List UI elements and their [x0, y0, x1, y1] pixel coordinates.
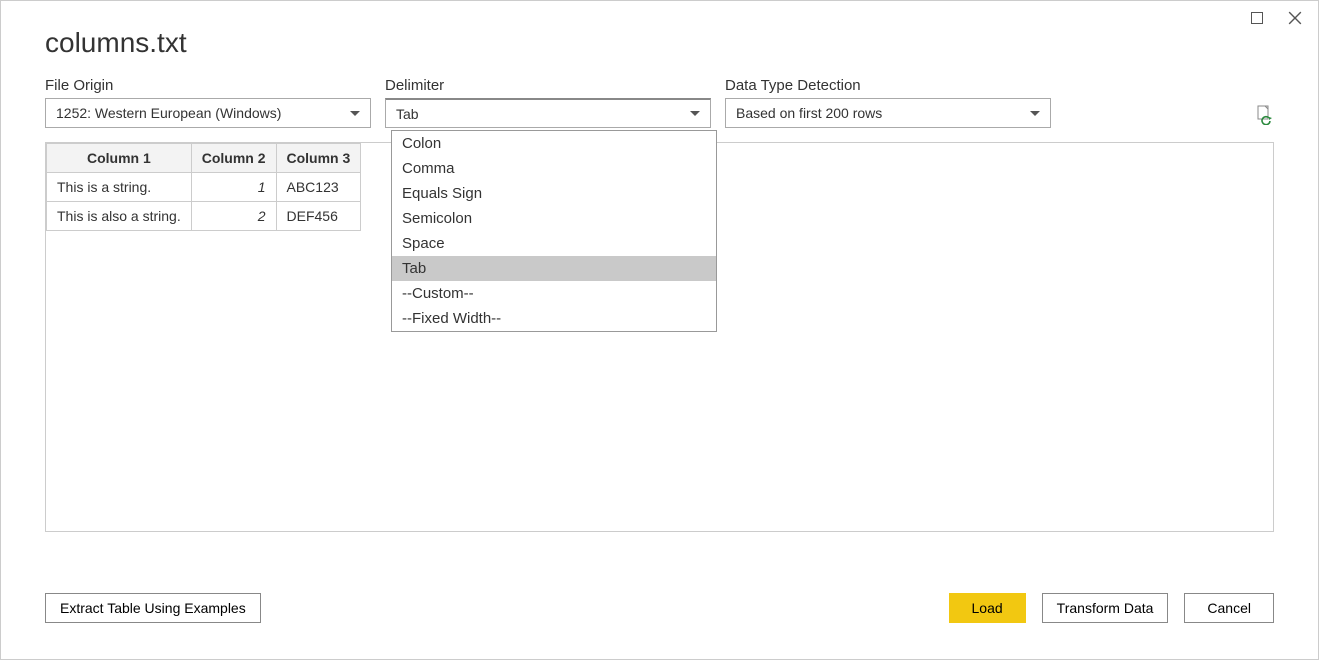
delimiter-option[interactable]: Equals Sign: [392, 181, 716, 206]
delimiter-group: Delimiter Tab: [385, 77, 711, 128]
preview-table: Column 1 Column 2 Column 3 This is a str…: [46, 143, 361, 231]
delimiter-value: Tab: [396, 106, 690, 122]
cell: This is a string.: [47, 173, 192, 202]
col-header: Column 3: [276, 144, 361, 173]
detection-select[interactable]: Based on first 200 rows: [725, 98, 1051, 128]
dialog-footer: Extract Table Using Examples Load Transf…: [1, 571, 1318, 659]
cancel-button[interactable]: Cancel: [1184, 593, 1274, 623]
selector-row: File Origin 1252: Western European (Wind…: [45, 77, 1274, 128]
dialog-window: columns.txt File Origin 1252: Western Eu…: [0, 0, 1319, 660]
titlebar-controls: [1250, 11, 1302, 25]
delimiter-select[interactable]: Tab: [385, 98, 711, 128]
table-row: This is also a string. 2 DEF456: [47, 202, 361, 231]
delimiter-option[interactable]: --Custom--: [392, 281, 716, 306]
cell: 1: [191, 173, 276, 202]
file-origin-value: 1252: Western European (Windows): [56, 105, 350, 121]
detection-label: Data Type Detection: [725, 77, 1051, 94]
delimiter-option[interactable]: Comma: [392, 156, 716, 181]
col-header: Column 2: [191, 144, 276, 173]
delimiter-option[interactable]: Semicolon: [392, 206, 716, 231]
chevron-down-icon: [350, 111, 360, 116]
page-title: columns.txt: [45, 27, 1274, 59]
delimiter-label: Delimiter: [385, 77, 711, 94]
load-button[interactable]: Load: [949, 593, 1026, 623]
close-icon[interactable]: [1288, 11, 1302, 25]
file-origin-select[interactable]: 1252: Western European (Windows): [45, 98, 371, 128]
delimiter-option[interactable]: --Fixed Width--: [392, 306, 716, 331]
file-origin-label: File Origin: [45, 77, 371, 94]
delimiter-option[interactable]: Space: [392, 231, 716, 256]
detection-group: Data Type Detection Based on first 200 r…: [725, 77, 1051, 128]
delimiter-option[interactable]: Colon: [392, 131, 716, 156]
cell: This is also a string.: [47, 202, 192, 231]
delimiter-option[interactable]: Tab: [392, 256, 716, 281]
cell: DEF456: [276, 202, 361, 231]
maximize-icon[interactable]: [1250, 11, 1264, 25]
chevron-down-icon: [1030, 111, 1040, 116]
refresh-icon[interactable]: [1065, 104, 1274, 126]
file-origin-group: File Origin 1252: Western European (Wind…: [45, 77, 371, 128]
transform-data-button[interactable]: Transform Data: [1042, 593, 1169, 623]
detection-value: Based on first 200 rows: [736, 105, 1030, 121]
extract-examples-button[interactable]: Extract Table Using Examples: [45, 593, 261, 623]
chevron-down-icon: [690, 111, 700, 116]
cell: ABC123: [276, 173, 361, 202]
delimiter-dropdown[interactable]: ColonCommaEquals SignSemicolonSpaceTab--…: [391, 130, 717, 332]
col-header: Column 1: [47, 144, 192, 173]
cell: 2: [191, 202, 276, 231]
table-row: This is a string. 1 ABC123: [47, 173, 361, 202]
